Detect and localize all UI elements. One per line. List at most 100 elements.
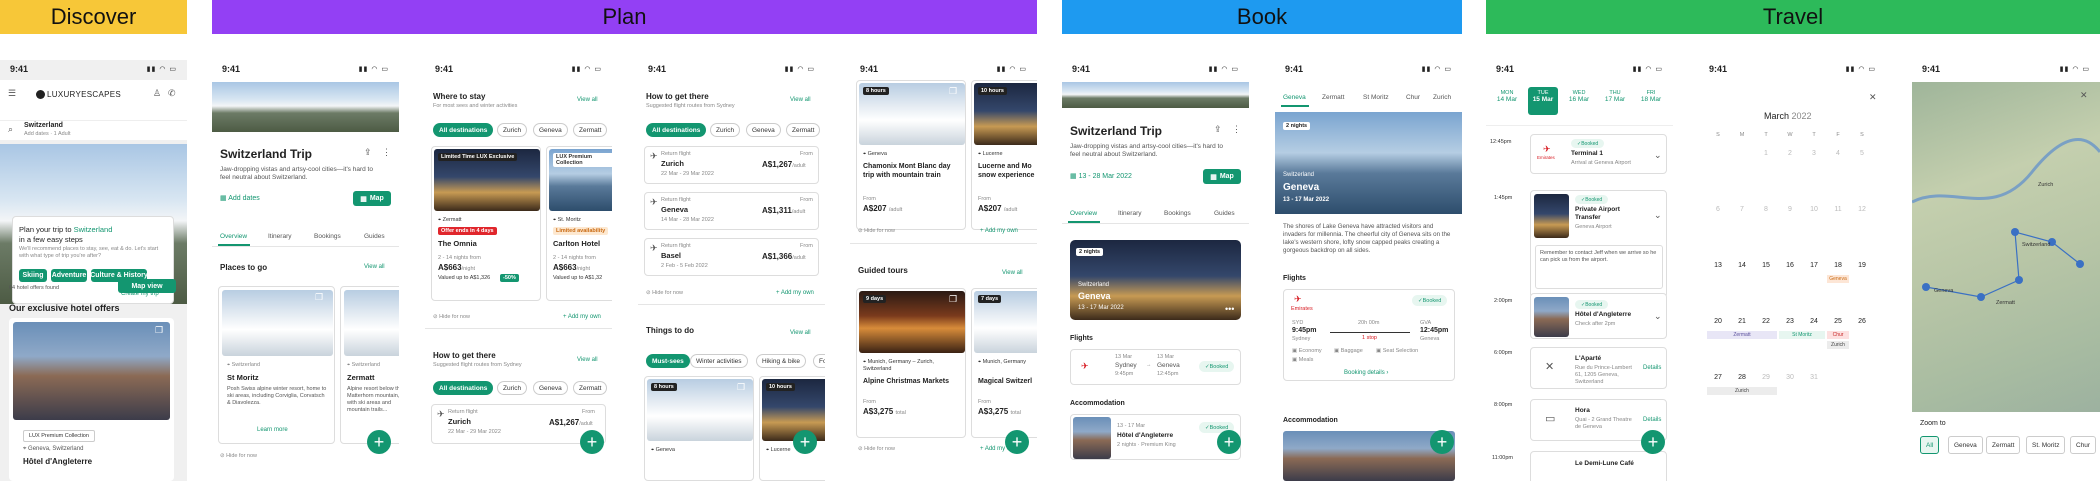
tab-geneva[interactable]: Geneva xyxy=(1283,94,1306,101)
calendar-day[interactable]: 27 xyxy=(1707,374,1729,381)
calendar-day[interactable]: 1 xyxy=(1755,150,1777,157)
add-fab[interactable]: + xyxy=(1005,430,1029,454)
calendar-day[interactable]: 2 xyxy=(1779,150,1801,157)
bookmark-icon[interactable]: ❐ xyxy=(155,326,163,335)
calendar-day[interactable]: 26 xyxy=(1851,318,1873,325)
event-transfer[interactable]: ✓ Booked Private Airport Transfer Geneva… xyxy=(1530,190,1667,298)
calendar-day[interactable]: 15 xyxy=(1755,262,1777,269)
calendar-day[interactable]: 21 xyxy=(1731,318,1753,325)
pill-all[interactable]: All destinations xyxy=(433,381,494,395)
tab-itinerary[interactable]: Itinerary xyxy=(1118,210,1141,217)
hide-link[interactable]: ⊘ Hide for now xyxy=(858,228,895,234)
chip-skiing[interactable]: Skiing xyxy=(19,269,47,282)
tab-itinerary[interactable]: Itinerary xyxy=(268,233,291,240)
pill-must-sees[interactable]: Must-sees xyxy=(646,354,690,368)
calendar-day[interactable]: 14 xyxy=(1731,262,1753,269)
pill-zermatt[interactable]: Zermatt xyxy=(786,123,821,137)
bookmark-icon[interactable]: ❐ xyxy=(315,293,323,302)
event-terminal[interactable]: ✈ Emirates ✓ Booked Terminal 1 Arrival a… xyxy=(1530,134,1667,174)
add-fab[interactable]: + xyxy=(580,430,604,454)
tab-guides[interactable]: Guides xyxy=(1214,210,1235,217)
place-card-st-moritz[interactable]: ❐ ⌖ Switzerland St Moritz Posh Swiss alp… xyxy=(218,286,335,444)
calendar-day[interactable]: 30 xyxy=(1779,374,1801,381)
pill-all[interactable]: All destinations xyxy=(433,123,494,137)
share-icon[interactable]: ⇪ xyxy=(364,148,372,157)
add-fab[interactable]: + xyxy=(367,430,391,454)
pill-zurich[interactable]: Zurich xyxy=(710,123,741,137)
zoom-chur[interactable]: Chur xyxy=(2070,436,2097,454)
close-icon[interactable]: ✕ xyxy=(1869,93,1877,102)
tour-card-switzerland[interactable]: 7 days ⌖ Munich, Germany Magical Switzer… xyxy=(971,288,1037,438)
activity-card-chamonix[interactable]: 8 hours ❐ ⌖ Geneva Chamonix Mont Blanc d… xyxy=(856,80,966,230)
calendar-day[interactable]: 23 xyxy=(1779,318,1801,325)
bookmark-icon[interactable]: ❐ xyxy=(737,383,745,392)
zoom-geneva[interactable]: Geneva xyxy=(1948,436,1983,454)
chip-adventure[interactable]: Adventure xyxy=(51,269,87,282)
guided-view-all[interactable]: View all xyxy=(1002,270,1023,276)
calendar-day[interactable]: 31 xyxy=(1803,374,1825,381)
activity-card-lucerne[interactable]: 10 hours ⌖ Lucerne Lucerne and Mo snow e… xyxy=(971,80,1037,230)
calendar-day[interactable]: 8 xyxy=(1755,206,1777,213)
calendar-day[interactable]: 17 xyxy=(1803,262,1825,269)
pill-zermatt[interactable]: Zermatt xyxy=(573,123,608,137)
calendar-day[interactable]: 11 xyxy=(1827,206,1849,213)
calendar-day[interactable]: 28 xyxy=(1731,374,1753,381)
chevron-down-icon[interactable]: ⌄ xyxy=(1654,151,1662,160)
phone-icon[interactable]: ✆ xyxy=(168,89,176,98)
map-view-button[interactable]: Map view xyxy=(118,279,176,293)
hide-link[interactable]: ⊘ Hide for now xyxy=(433,314,470,320)
learn-more-link[interactable]: Learn more xyxy=(257,427,288,433)
hotel-card-carlton[interactable]: LUX Premium Collection ⌖ St. Moritz Limi… xyxy=(546,146,612,301)
pill-hiking[interactable]: Hiking & bike xyxy=(756,354,806,368)
chevron-down-icon[interactable]: ⌄ xyxy=(1654,211,1662,220)
bookmark-icon[interactable]: ❐ xyxy=(949,295,957,304)
place-card-zermatt[interactable]: ⌖ Switzerland Zermatt Alpine resort belo… xyxy=(340,286,399,444)
pill-zurich[interactable]: Zurich xyxy=(497,381,528,395)
pill-zurich[interactable]: Zurich xyxy=(497,123,528,137)
pill-food[interactable]: Fo xyxy=(813,354,825,368)
tab-guides[interactable]: Guides xyxy=(364,233,385,240)
booking-details-link[interactable]: Booking details › xyxy=(1344,370,1388,376)
where-view-all[interactable]: View all xyxy=(577,97,598,103)
add-own-link[interactable]: + Add my own xyxy=(776,290,814,296)
hide-link[interactable]: ⊘ Hide for now xyxy=(220,453,257,459)
add-dates-link[interactable]: ▦ Add dates xyxy=(220,194,260,202)
calendar-day[interactable]: 10 xyxy=(1803,206,1825,213)
details-link[interactable]: Details xyxy=(1643,417,1661,423)
hotel-card[interactable]: ❐ LUX Premium Collection ⌖ Geneva, Switz… xyxy=(9,318,174,481)
zoom-all[interactable]: All xyxy=(1920,436,1940,454)
calendar-day[interactable]: 24 xyxy=(1803,318,1825,325)
day-tue-selected[interactable]: TUE 15 Mar xyxy=(1528,87,1558,115)
things-view-all[interactable]: View all xyxy=(790,330,811,336)
hotel-card-omnia[interactable]: Limited Time LUX Exclusive ⌖ Zermatt Off… xyxy=(431,146,541,301)
more-icon[interactable]: ••• xyxy=(1225,305,1234,314)
calendar-day[interactable]: 13 xyxy=(1707,262,1729,269)
pill-all[interactable]: All destinations xyxy=(646,123,707,137)
event-hotel[interactable]: ✓ Booked Hôtel d'Angleterre Check after … xyxy=(1530,293,1667,339)
day-thu[interactable]: THU 17 Mar xyxy=(1600,90,1630,103)
tab-zurich[interactable]: Zurich xyxy=(1433,94,1451,101)
trip-dates[interactable]: ▦ 13 - 28 Mar 2022 xyxy=(1070,172,1132,180)
flight-card[interactable]: ✈ Return flight Zurich 22 Mar - 29 Mar 2… xyxy=(644,146,819,184)
calendar-day[interactable]: 29 xyxy=(1755,374,1777,381)
pill-geneva[interactable]: Geneva xyxy=(533,123,568,137)
more-icon[interactable]: ⋮ xyxy=(1232,125,1241,134)
tab-chur[interactable]: Chur xyxy=(1406,94,1420,101)
zoom-st-moritz[interactable]: St. Moritz xyxy=(2026,436,2066,454)
hide-link[interactable]: ⊘ Hide for now xyxy=(646,290,683,296)
hide-link[interactable]: ⊘ Hide for now xyxy=(858,446,895,452)
tab-bookings[interactable]: Bookings xyxy=(314,233,341,240)
day-fri[interactable]: FRI 18 Mar xyxy=(1636,90,1666,103)
flight-summary[interactable]: ✈ 13 Mar Sydney 9:45pm → 13 Mar Geneva 1… xyxy=(1070,349,1241,385)
calendar-day[interactable]: 9 xyxy=(1779,206,1801,213)
zoom-zermatt[interactable]: Zermatt xyxy=(1986,436,2021,454)
calendar-day[interactable]: 4 xyxy=(1827,150,1849,157)
share-icon[interactable]: ⇪ xyxy=(1214,125,1222,134)
flight-card[interactable]: ✈ Return flight Basel 2 Feb - 5 Feb 2022… xyxy=(644,238,819,276)
map-button[interactable]: ▦ Map xyxy=(353,191,391,206)
add-fab[interactable]: + xyxy=(793,430,817,454)
pill-geneva[interactable]: Geneva xyxy=(533,381,568,395)
add-fab[interactable]: + xyxy=(1641,430,1665,454)
add-own-link[interactable]: + Add my own xyxy=(980,228,1018,234)
how-view-all[interactable]: View all xyxy=(790,97,811,103)
